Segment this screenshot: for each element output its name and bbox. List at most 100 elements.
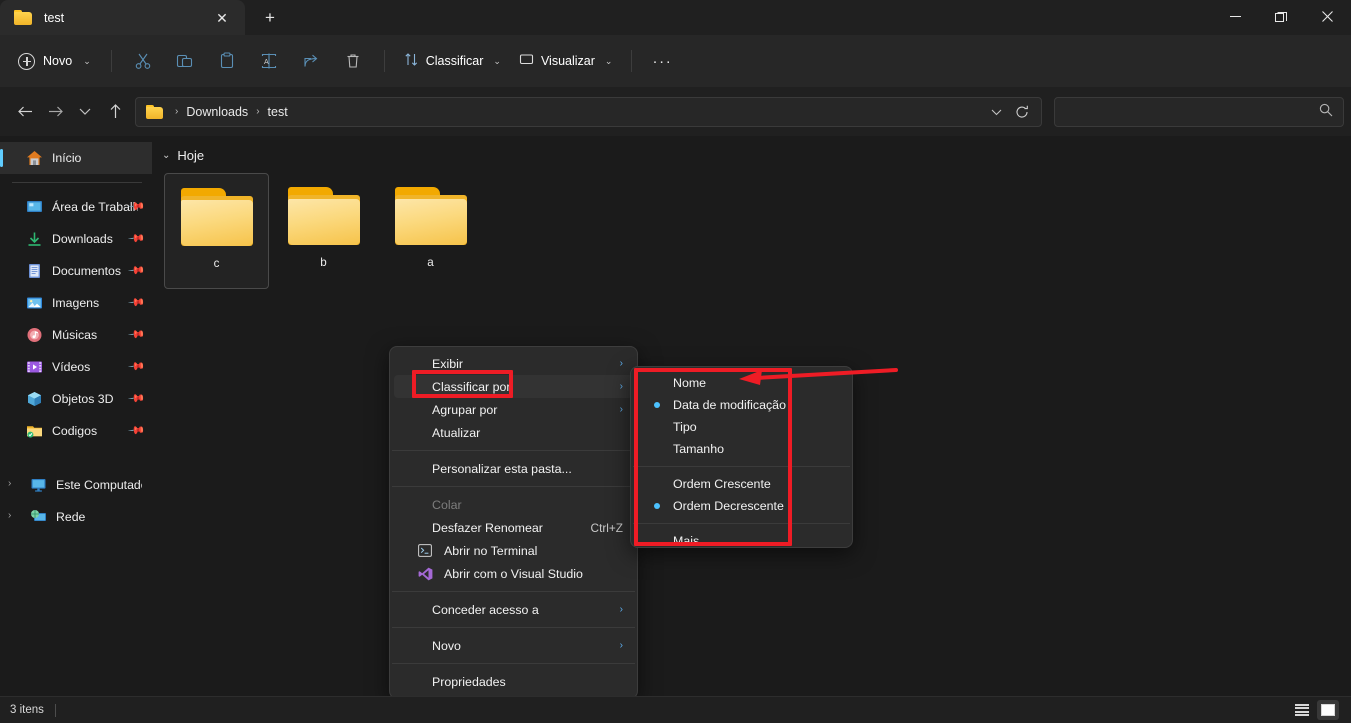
new-button[interactable]: Novo ⌄ — [10, 45, 101, 77]
submenu-item-ordem-decrescente[interactable]: Ordem Decrescente — [635, 495, 848, 517]
new-tab-button[interactable]: + — [253, 3, 287, 33]
breadcrumb-downloads[interactable]: Downloads — [186, 105, 248, 119]
sort-arrows-icon — [404, 52, 419, 70]
context-menu-item-desfazer-renomear[interactable]: Desfazer Renomear Ctrl+Z — [394, 516, 633, 539]
search-box[interactable] — [1054, 96, 1344, 127]
restore-icon[interactable] — [1258, 0, 1304, 33]
group-header-hoje[interactable]: ⌄ Hoje — [152, 136, 1351, 163]
desktop-icon — [26, 199, 43, 216]
paste-icon[interactable] — [206, 44, 248, 78]
status-divider — [54, 703, 56, 717]
arrow-left-icon[interactable] — [10, 97, 40, 127]
context-menu-item-abrir-com-o-visual-studio[interactable]: Abrir com o Visual Studio — [394, 562, 633, 585]
recent-locations-chevron-down-icon[interactable] — [70, 97, 100, 127]
context-menu-item-propriedades[interactable]: Propriedades — [394, 670, 633, 693]
sort-submenu[interactable]: Nome Data de modificação Tipo Tamanho Or… — [630, 366, 853, 548]
documents-icon — [26, 263, 43, 280]
chevron-right-icon[interactable]: › — [8, 510, 11, 521]
context-menu-item-exibir[interactable]: Exibir › — [394, 352, 633, 375]
sidebar-item-downloads[interactable]: Downloads 📌 — [0, 223, 152, 255]
navigation-pane[interactable]: Início Área de Trabalho 📌 Downloads 📌 Do… — [0, 136, 152, 696]
search-input[interactable] — [1065, 104, 1319, 119]
sidebar-divider — [12, 182, 142, 183]
monitor-icon — [519, 52, 534, 70]
file-item-b[interactable]: b — [271, 173, 376, 289]
window-controls — [1212, 0, 1351, 33]
context-menu-item-label: Desfazer Renomear — [432, 520, 543, 535]
chevron-down-icon: ⌄ — [604, 55, 613, 66]
tile-view-icon[interactable] — [1317, 700, 1339, 720]
context-menu-item-label: Personalizar esta pasta... — [432, 461, 572, 476]
breadcrumb[interactable]: › Downloads › test — [135, 96, 1042, 127]
browser-tab-test[interactable]: test ✕ — [0, 0, 245, 35]
chevron-down-icon[interactable]: ⌄ — [162, 150, 170, 161]
copy-icon[interactable] — [164, 44, 206, 78]
list-view-icon[interactable] — [1291, 700, 1313, 720]
pictures-icon — [26, 295, 43, 312]
arrow-up-icon[interactable] — [100, 97, 130, 127]
sidebar-item-area-de-trabalho[interactable]: Área de Trabalho 📌 — [0, 191, 152, 223]
submenu-item-data-de-modificacao[interactable]: Data de modificação — [635, 394, 848, 416]
trash-icon[interactable] — [332, 44, 374, 78]
breadcrumb-separator: › — [256, 106, 260, 117]
submenu-item-label: Ordem Crescente — [673, 477, 771, 491]
pin-icon[interactable]: 📌 — [128, 421, 147, 440]
context-menu-item-novo[interactable]: Novo › — [394, 634, 633, 657]
pin-icon[interactable]: 📌 — [128, 229, 147, 248]
view-button-label: Visualizar — [540, 54, 595, 68]
pin-icon[interactable]: 📌 — [128, 293, 147, 312]
toolbar-divider — [110, 50, 112, 72]
item-count-label: 3 itens — [10, 704, 44, 716]
view-button[interactable]: Visualizar ⌄ — [510, 45, 622, 77]
cut-icon[interactable] — [122, 44, 164, 78]
sidebar-item-este-computador[interactable]: › Este Computador — [0, 469, 152, 501]
submenu-item-tamanho[interactable]: Tamanho — [635, 438, 848, 460]
sidebar-item-documentos[interactable]: Documentos 📌 — [0, 255, 152, 287]
more-options-button[interactable]: ··· — [642, 45, 682, 77]
submenu-item-tipo[interactable]: Tipo — [635, 416, 848, 438]
submenu-item-mais[interactable]: Mais... — [635, 530, 848, 552]
arrow-right-icon[interactable] — [40, 97, 70, 127]
title-bar: test ✕ + — [0, 0, 1351, 35]
group-header-label: Hoje — [177, 148, 205, 163]
sidebar-item-videos[interactable]: Vídeos 📌 — [0, 351, 152, 383]
rename-icon[interactable]: A — [248, 44, 290, 78]
context-menu[interactable]: Exibir › Classificar por › Agrupar por ›… — [389, 346, 638, 699]
pin-icon[interactable]: 📌 — [128, 389, 147, 408]
file-item-a[interactable]: a — [378, 173, 483, 289]
close-icon[interactable] — [1304, 0, 1351, 33]
refresh-icon[interactable] — [1009, 99, 1035, 125]
sidebar-item-objetos-3d[interactable]: Objetos 3D 📌 — [0, 383, 152, 415]
close-icon[interactable]: ✕ — [209, 5, 235, 31]
submenu-item-label: Data de modificação — [673, 398, 786, 412]
pin-icon[interactable]: 📌 — [128, 325, 147, 344]
sidebar-item-label: Downloads — [52, 232, 113, 246]
sidebar-item-codigos[interactable]: Codigos 📌 — [0, 415, 152, 447]
context-menu-item-agrupar-por[interactable]: Agrupar por › — [394, 398, 633, 421]
breadcrumb-chevron-down-icon[interactable] — [983, 99, 1009, 125]
submenu-item-nome[interactable]: Nome — [635, 372, 848, 394]
context-menu-item-colar: Colar — [394, 493, 633, 516]
sort-button[interactable]: Classificar ⌄ — [395, 45, 510, 77]
minimize-icon[interactable] — [1212, 0, 1258, 33]
sidebar-item-inicio[interactable]: Início — [0, 142, 152, 174]
context-menu-item-atualizar[interactable]: Atualizar — [394, 421, 633, 444]
file-item-c[interactable]: c — [164, 173, 269, 289]
context-menu-item-conceder-acesso-a[interactable]: Conceder acesso a › — [394, 598, 633, 621]
chevron-right-icon[interactable]: › — [8, 478, 11, 489]
context-menu-item-abrir-no-terminal[interactable]: Abrir no Terminal — [394, 539, 633, 562]
pin-icon[interactable]: 📌 — [128, 357, 147, 376]
share-icon[interactable] — [290, 44, 332, 78]
pin-icon[interactable]: 📌 — [128, 261, 147, 280]
folder-icon — [146, 104, 163, 119]
sidebar-item-rede[interactable]: › Rede — [0, 501, 152, 533]
videos-icon — [26, 359, 43, 376]
submenu-item-label: Ordem Decrescente — [673, 499, 784, 513]
breadcrumb-test[interactable]: test — [268, 105, 288, 119]
context-menu-item-personalizar-esta-pasta[interactable]: Personalizar esta pasta... — [394, 457, 633, 480]
sidebar-item-musicas[interactable]: Músicas 📌 — [0, 319, 152, 351]
sidebar-item-imagens[interactable]: Imagens 📌 — [0, 287, 152, 319]
submenu-item-ordem-crescente[interactable]: Ordem Crescente — [635, 473, 848, 495]
context-menu-item-classificar-por[interactable]: Classificar por › — [394, 375, 633, 398]
file-grid: c b a — [152, 163, 1351, 289]
